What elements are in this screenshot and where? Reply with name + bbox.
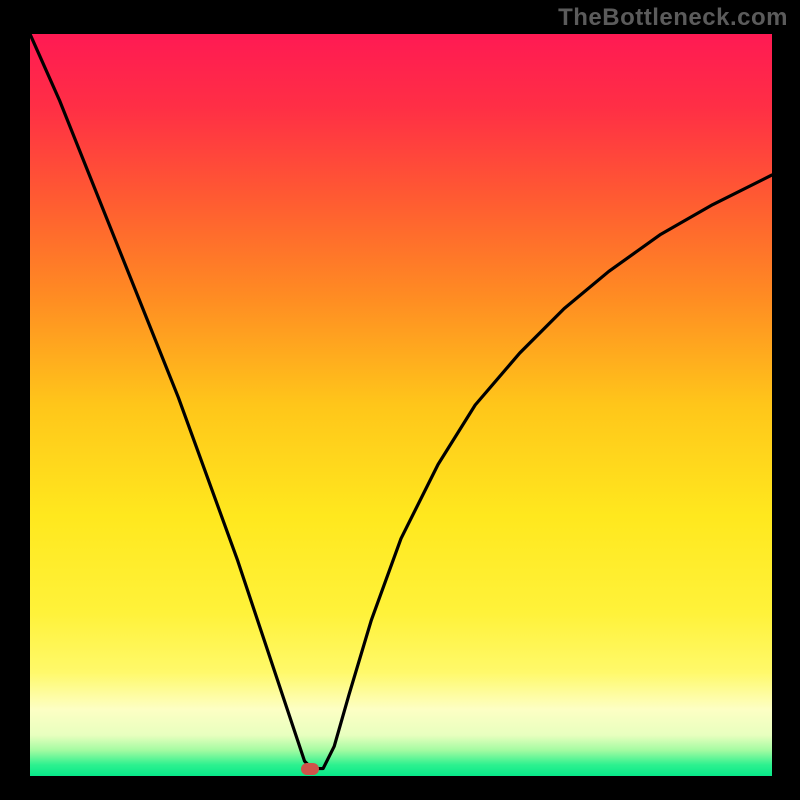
chart-frame: TheBottleneck.com [0,0,800,800]
bottleneck-marker [301,763,319,775]
chart-curve [30,34,772,776]
watermark-text: TheBottleneck.com [558,4,788,32]
